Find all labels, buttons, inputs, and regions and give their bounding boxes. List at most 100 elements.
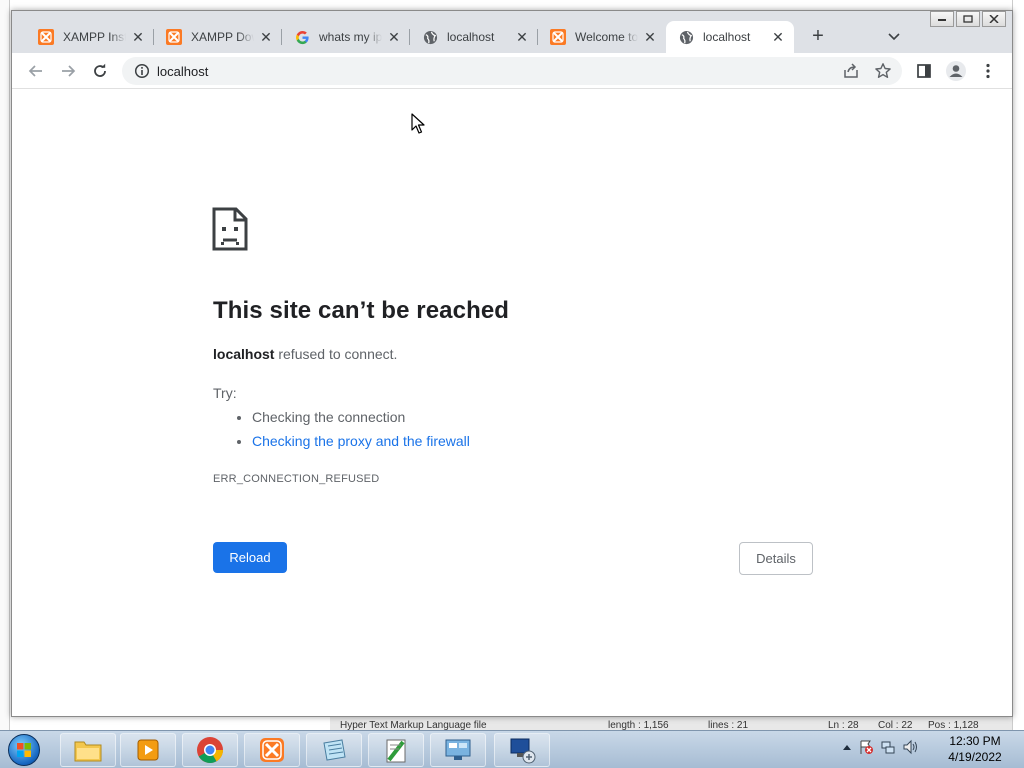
side-panel-button[interactable] <box>912 59 936 83</box>
forward-button[interactable] <box>56 59 80 83</box>
taskbar-control-panel[interactable] <box>430 733 486 767</box>
taskbar-xampp[interactable] <box>244 733 300 767</box>
background-window-edge <box>0 0 10 730</box>
profile-button[interactable] <box>944 59 968 83</box>
tab-localhost-active[interactable]: localhost ✕ <box>666 21 794 53</box>
sad-document-icon <box>212 207 248 251</box>
close-icon[interactable]: ✕ <box>258 29 274 45</box>
try-label: Try: <box>213 385 237 401</box>
restore-icon <box>963 15 973 23</box>
xampp-icon <box>260 738 284 762</box>
error-message: localhost refused to connect. <box>213 346 397 362</box>
tab-localhost[interactable]: localhost ✕ <box>410 21 538 53</box>
taskbar-media-player[interactable] <box>120 733 176 767</box>
status-col: Col : 22 <box>878 720 913 730</box>
close-icon[interactable]: ✕ <box>770 29 786 45</box>
tab-welcome-xampp[interactable]: Welcome to XAMPP ✕ <box>538 21 666 53</box>
folder-icon <box>74 741 102 762</box>
close-icon[interactable]: ✕ <box>130 29 146 45</box>
error-host: localhost <box>213 346 275 362</box>
xampp-icon <box>550 29 566 45</box>
error-code: ERR_CONNECTION_REFUSED <box>213 473 380 485</box>
close-icon[interactable]: ✕ <box>642 29 658 45</box>
side-panel-icon <box>917 64 931 78</box>
system-tray <box>842 739 920 755</box>
close-icon[interactable]: ✕ <box>514 29 530 45</box>
tab-xampp-downloads[interactable]: XAMPP Downloads ✕ <box>154 21 282 53</box>
minimize-button[interactable] <box>930 11 954 27</box>
control-panel-icon <box>445 739 471 760</box>
proxy-firewall-link[interactable]: Checking the proxy and the firewall <box>252 433 470 449</box>
tab-title: XAMPP Installers and Downloads <box>63 30 126 44</box>
tab-search-button[interactable] <box>884 27 904 47</box>
notepad-plus-plus-icon <box>386 739 406 763</box>
background-status-bar: Hyper Text Markup Language file length :… <box>330 716 1012 730</box>
menu-button[interactable] <box>976 59 1000 83</box>
clock-date: 4/19/2022 <box>948 750 1002 764</box>
error-message-text: refused to connect. <box>274 346 398 362</box>
suggestion-item-link[interactable]: Checking the proxy and the firewall <box>252 432 470 456</box>
error-title: This site can’t be reached <box>213 297 510 324</box>
close-window-button[interactable] <box>982 11 1006 27</box>
windows-logo-icon <box>8 734 40 766</box>
info-icon[interactable] <box>134 63 150 79</box>
tab-google-search[interactable]: whats my ip - Google Search ✕ <box>282 21 410 53</box>
status-length: length : 1,156 <box>608 720 669 730</box>
tab-title: whats my ip - Google Search <box>319 30 382 44</box>
action-center-flag-icon[interactable] <box>858 739 874 755</box>
xampp-icon <box>38 29 54 45</box>
chevron-down-icon <box>888 33 900 41</box>
globe-icon <box>678 29 694 45</box>
avatar-icon <box>946 61 966 81</box>
start-button[interactable] <box>4 733 44 767</box>
url-text[interactable]: localhost <box>157 64 208 79</box>
taskbar-remote-desktop[interactable] <box>494 733 550 767</box>
status-pos: Pos : 1,128 <box>928 720 979 730</box>
reload-toolbar-button[interactable] <box>88 59 112 83</box>
back-button[interactable] <box>24 59 48 83</box>
status-lines: lines : 21 <box>708 720 749 730</box>
chrome-icon <box>197 737 224 764</box>
volume-icon[interactable] <box>902 739 920 755</box>
minimize-icon <box>938 19 946 21</box>
google-icon <box>294 29 310 45</box>
tab-title: localhost <box>447 30 495 44</box>
address-bar[interactable]: localhost <box>122 57 902 85</box>
taskbar-notepad-plus-plus[interactable] <box>368 733 424 767</box>
globe-icon <box>422 29 438 45</box>
arrow-left-icon <box>28 65 42 77</box>
close-icon[interactable]: ✕ <box>386 29 402 45</box>
suggestion-list: Checking the connection Checking the pro… <box>252 408 470 456</box>
tab-title: Welcome to XAMPP <box>575 30 638 44</box>
suggestion-text: Checking the connection <box>252 409 406 425</box>
close-icon <box>989 15 999 23</box>
taskbar-explorer[interactable] <box>60 733 116 767</box>
details-button[interactable]: Details <box>739 542 813 575</box>
mouse-cursor-icon <box>411 113 425 134</box>
reload-button[interactable]: Reload <box>213 542 287 573</box>
xampp-icon <box>166 29 182 45</box>
tab-strip: XAMPP Installers and Downloads ✕ XAMPP D… <box>12 11 1012 53</box>
restore-button[interactable] <box>956 11 980 27</box>
network-icon[interactable] <box>880 739 896 755</box>
share-icon[interactable] <box>842 62 860 80</box>
window-controls <box>928 11 1006 27</box>
arrow-right-icon <box>62 65 76 77</box>
status-ln: Ln : 28 <box>828 720 859 730</box>
show-hidden-icons-icon[interactable] <box>842 743 852 751</box>
taskbar-chrome[interactable] <box>182 733 238 767</box>
bookmark-star-icon[interactable] <box>874 62 892 80</box>
chrome-window: XAMPP Installers and Downloads ✕ XAMPP D… <box>11 10 1013 717</box>
media-player-icon <box>137 739 159 761</box>
taskbar: 12:30 PM 4/19/2022 <box>0 730 1024 768</box>
taskbar-notepad[interactable] <box>306 733 362 767</box>
tab-xampp-installers[interactable]: XAMPP Installers and Downloads ✕ <box>26 21 154 53</box>
new-tab-button[interactable]: + <box>806 25 830 49</box>
error-page: This site can’t be reached localhost ref… <box>12 90 1012 716</box>
taskbar-clock[interactable]: 12:30 PM 4/19/2022 <box>935 734 1015 766</box>
remote-desktop-icon <box>510 738 536 764</box>
notepad-icon <box>323 739 346 761</box>
reload-icon <box>94 63 106 77</box>
browser-toolbar: localhost <box>12 53 1012 89</box>
background-window-edge <box>1012 0 1024 730</box>
